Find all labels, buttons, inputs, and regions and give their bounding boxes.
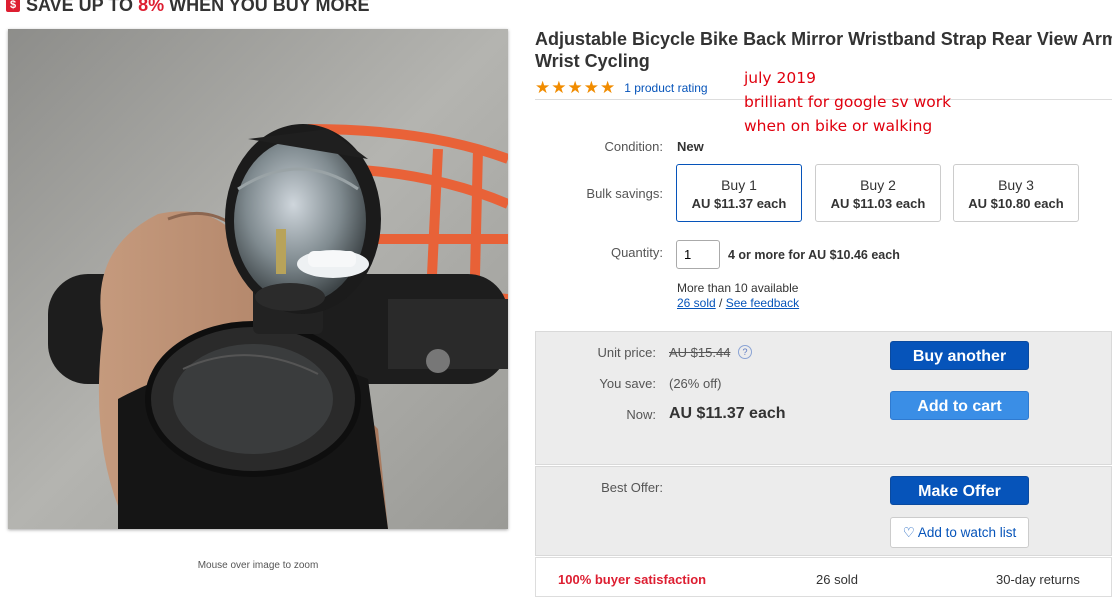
availability: More than 10 available 26 sold / See fee… <box>677 281 799 311</box>
savings-banner: $ SAVE UP TO 8% WHEN YOU BUY MORE <box>6 0 369 16</box>
banner-percent: 8% <box>138 0 165 15</box>
bulk-option-buy-2[interactable]: Buy 2 AU $11.03 each <box>815 164 941 222</box>
annotation-note: july 2019 brilliant for google sv work w… <box>744 66 951 138</box>
link-separator: / <box>715 296 726 310</box>
banner-text-post: WHEN YOU BUY MORE <box>169 0 370 15</box>
condition-value: New <box>677 139 704 154</box>
annotation-line-2: brilliant for google sv work <box>744 93 952 111</box>
bulk-option-buy-1[interactable]: Buy 1 AU $11.37 each <box>676 164 802 222</box>
product-photo-illustration <box>8 29 508 529</box>
unit-price-label: Unit price: <box>597 345 656 360</box>
info-icon[interactable]: ? <box>738 345 752 359</box>
sold-link[interactable]: 26 sold <box>677 296 716 310</box>
add-to-watch-list-button[interactable]: ♡ Add to watch list <box>890 517 1029 548</box>
product-image[interactable] <box>8 29 508 529</box>
available-text: More than 10 available <box>677 281 799 295</box>
zoom-hint: Mouse over image to zoom <box>197 560 319 571</box>
annotation-line-3: when on bike or walking <box>744 117 933 135</box>
bulk-price: AU $11.37 each <box>691 196 787 211</box>
now-label: Now: <box>626 407 656 422</box>
bulk-savings-label: Bulk savings: <box>586 186 663 201</box>
bulk-price: AU $10.80 each <box>968 196 1064 211</box>
bulk-price: AU $11.03 each <box>830 196 926 211</box>
banner-text-pre: SAVE UP TO <box>26 0 134 15</box>
now-price: AU $11.37 each <box>669 405 786 422</box>
quantity-label: Quantity: <box>610 245 663 260</box>
heart-icon: ♡ <box>902 525 915 540</box>
bulk-qty: Buy 2 <box>860 177 896 193</box>
bulk-qty: Buy 1 <box>721 177 757 193</box>
best-offer-label: Best Offer: <box>601 480 663 495</box>
bulk-option-buy-3[interactable]: Buy 3 AU $10.80 each <box>953 164 1079 222</box>
you-save-label: You save: <box>599 376 656 391</box>
rating-stars-icon: ★★★★★ <box>535 78 617 97</box>
product-rating-link[interactable]: 1 product rating <box>624 81 707 95</box>
you-save-value: (26% off) <box>669 376 722 391</box>
quantity-deal: 4 or more for AU $10.46 each <box>728 248 900 262</box>
see-feedback-link[interactable]: See feedback <box>726 296 799 310</box>
add-to-cart-button[interactable]: Add to cart <box>890 391 1029 420</box>
bulk-qty: Buy 3 <box>998 177 1034 193</box>
watch-label: Add to watch list <box>917 525 1017 540</box>
unit-price-original: AU $15.44 <box>669 345 731 360</box>
condition-label: Condition: <box>604 139 663 154</box>
dollar-badge-icon: $ <box>6 0 20 12</box>
rating-row: ★★★★★ 1 product rating <box>535 78 708 98</box>
annotation-line-1: july 2019 <box>744 69 816 87</box>
make-offer-button[interactable]: Make Offer <box>890 476 1029 505</box>
quantity-input[interactable] <box>676 240 720 269</box>
trust-strip: 100% buyer satisfaction 26 sold 30-day r… <box>535 557 1112 597</box>
buy-another-button[interactable]: Buy another <box>890 341 1029 370</box>
